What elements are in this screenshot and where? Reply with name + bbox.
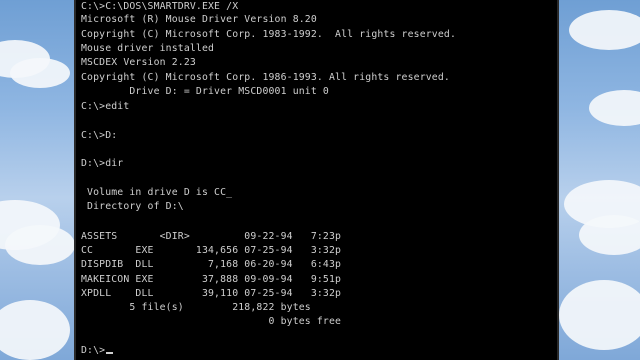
terminal-line: Copyright (C) Microsoft Corp. 1986-1993.…: [81, 72, 450, 83]
cloud: [0, 300, 70, 360]
terminal-line: Drive D: = Driver MSCD0001 unit 0: [81, 86, 329, 97]
terminal-line: Microsoft (R) Mouse Driver Version 8.20: [81, 14, 317, 25]
dir-listing-row: CC EXE 134,656 07-25-94 3:32p: [81, 245, 342, 256]
cloud: [569, 10, 640, 50]
cloud: [579, 215, 640, 255]
dos-terminal-window[interactable]: C:\>C:\DOS\SMARTDRV.EXE /X Microsoft (R)…: [74, 0, 559, 360]
cloud: [559, 280, 640, 350]
terminal-line: Copyright (C) Microsoft Corp. 1983-1992.…: [81, 29, 456, 40]
dir-summary-free: 0 bytes free: [81, 316, 342, 327]
terminal-line: C:\>C:\DOS\SMARTDRV.EXE /X: [81, 1, 239, 12]
text-cursor: [106, 352, 114, 354]
dir-listing-row: ASSETS <DIR> 09-22-94 7:23p: [81, 231, 342, 242]
dir-summary-files: 5 file(s) 218,822 bytes: [81, 302, 311, 313]
dir-listing-row: DISPDIB DLL 7,168 06-20-94 6:43p: [81, 259, 342, 270]
desktop-background-right: [559, 0, 640, 360]
cloud: [5, 225, 74, 265]
terminal-line: C:\>D:: [81, 130, 118, 141]
terminal-line: MSCDEX Version 2.23: [81, 57, 196, 68]
terminal-line: Volume in drive D is CC_: [81, 187, 233, 198]
terminal-line: Directory of D:\: [81, 201, 184, 212]
terminal-line: Mouse driver installed: [81, 43, 215, 54]
cloud: [10, 58, 70, 88]
dir-listing-row: XPDLL DLL 39,110 07-25-94 3:32p: [81, 288, 342, 299]
prompt-text: D:\>: [81, 345, 106, 356]
command-prompt[interactable]: D:\>: [81, 345, 114, 357]
cloud: [589, 90, 640, 126]
terminal-line: C:\>edit: [81, 101, 130, 112]
dir-listing-row: MAKEICON EXE 37,888 09-09-94 9:51p: [81, 274, 342, 285]
terminal-line: D:\>dir: [81, 158, 124, 169]
desktop-background-left: [0, 0, 74, 360]
